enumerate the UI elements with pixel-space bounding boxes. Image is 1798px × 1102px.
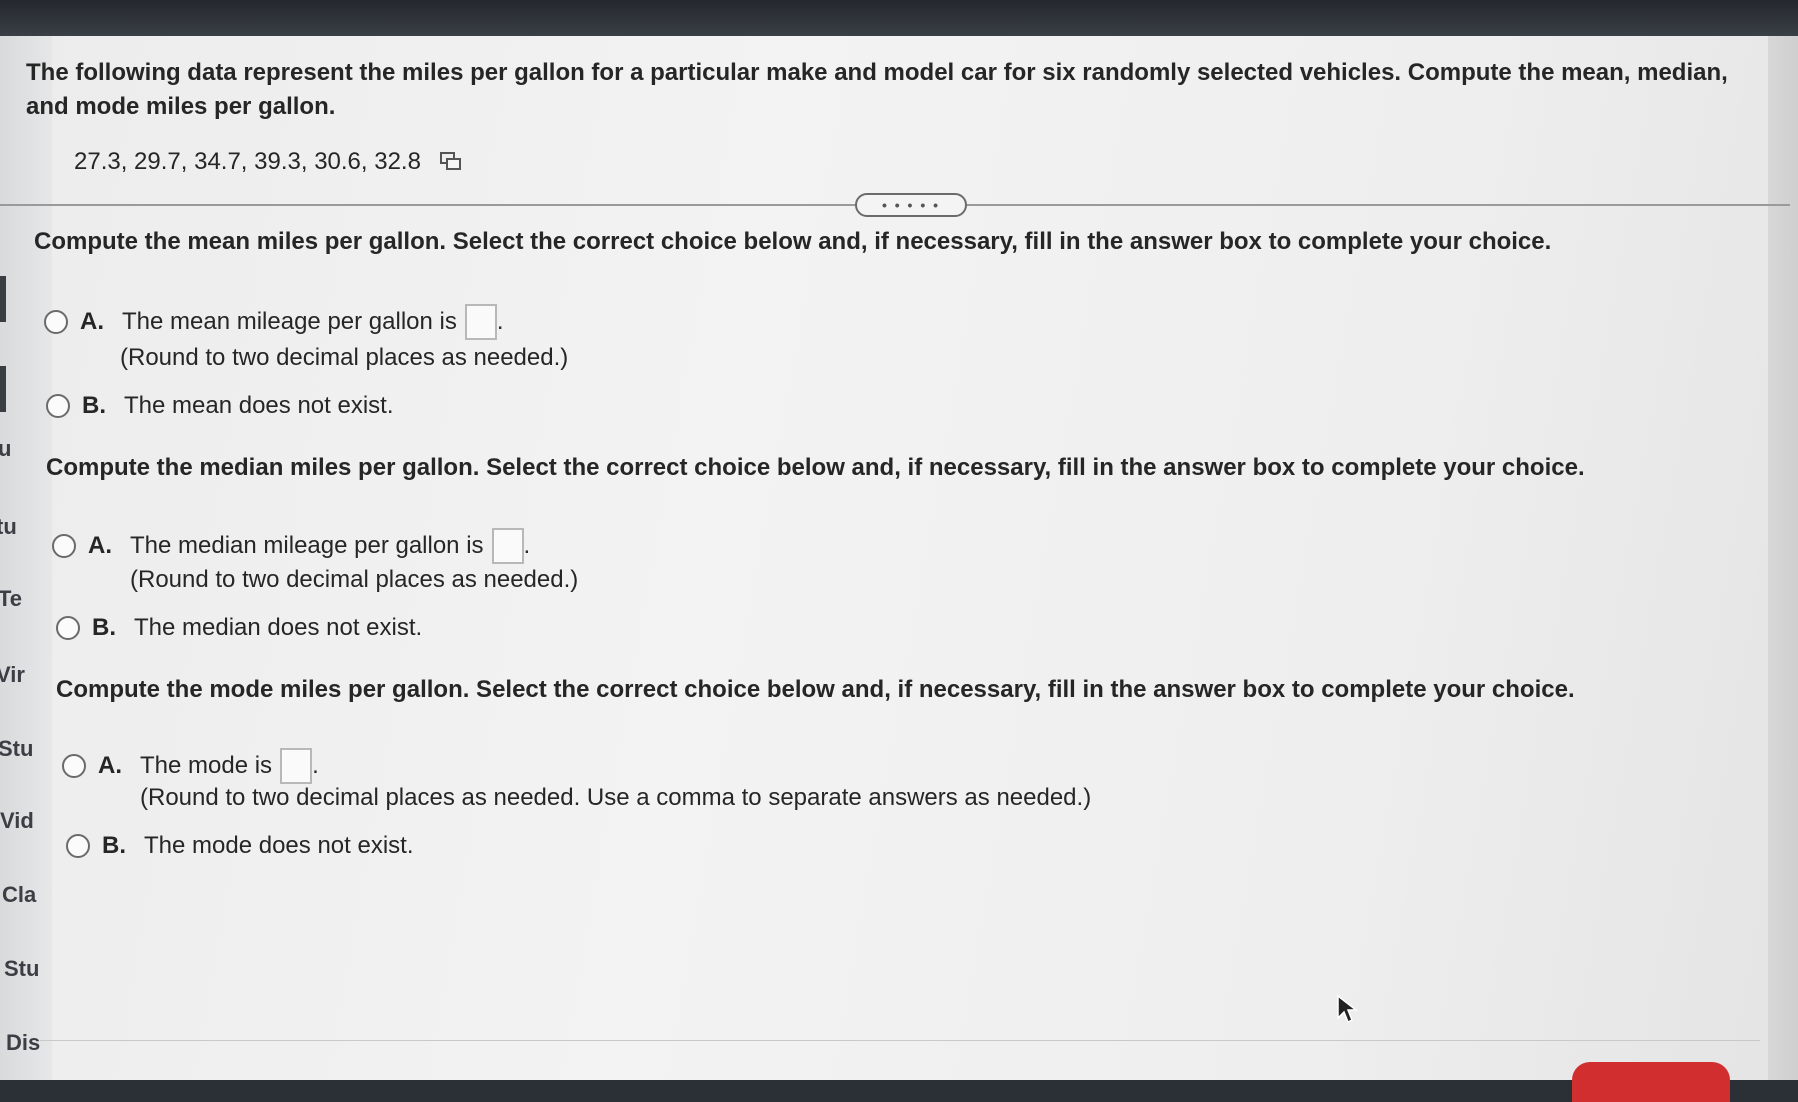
mouse-pointer-icon: [1337, 994, 1358, 1024]
median-option-b-radio[interactable]: [56, 616, 80, 640]
median-prompt: Compute the median miles per gallon. Sel…: [46, 454, 1585, 481]
median-option-a[interactable]: A. The median mileage per gallon is .: [52, 528, 530, 564]
right-edge: [1768, 36, 1798, 1080]
bottom-divider: [40, 1040, 1760, 1041]
mode-option-b-radio[interactable]: [66, 834, 90, 858]
expand-button[interactable]: • • • • •: [855, 193, 967, 217]
mean-option-b[interactable]: B. The mean does not exist.: [46, 392, 393, 420]
mode-option-a-letter: A.: [98, 752, 122, 779]
sidebar-item-4[interactable]: Vir: [0, 662, 25, 688]
sidebar-item-3[interactable]: Te: [0, 586, 22, 612]
mean-option-b-text: The mean does not exist.: [124, 392, 394, 419]
mean-option-a-letter: A.: [80, 308, 104, 335]
data-set: 27.3, 29.7, 34.7, 39.3, 30.6, 32.8: [74, 148, 463, 176]
mode-option-a[interactable]: A. The mode is .: [62, 748, 319, 784]
period: .: [523, 532, 531, 559]
sidebar-item-1[interactable]: u: [0, 436, 11, 462]
mean-option-a-text: The mean mileage per gallon is: [122, 308, 457, 335]
sidebar-item-8[interactable]: Stu: [4, 956, 39, 982]
median-round-note: (Round to two decimal places as needed.): [130, 566, 579, 593]
median-option-b[interactable]: B. The median does not exist.: [56, 614, 422, 642]
sidebar-item-2[interactable]: tu: [0, 514, 17, 540]
sidebar-item-5[interactable]: Stu: [0, 736, 33, 762]
period: .: [312, 752, 319, 779]
mode-option-b-letter: B.: [102, 832, 126, 859]
sidebar-accent: [0, 366, 6, 412]
data-values-text: 27.3, 29.7, 34.7, 39.3, 30.6, 32.8: [74, 148, 421, 175]
median-answer-box[interactable]: [491, 528, 524, 564]
median-option-b-letter: B.: [92, 614, 116, 641]
sidebar-accent: [0, 276, 6, 322]
mode-option-a-radio[interactable]: [62, 754, 86, 778]
mean-option-a-radio[interactable]: [44, 310, 68, 334]
mode-option-b[interactable]: B. The mode does not exist.: [66, 832, 413, 860]
action-button[interactable]: [1572, 1062, 1730, 1102]
mean-prompt: Compute the mean miles per gallon. Selec…: [34, 228, 1552, 255]
mode-option-b-text: The mode does not exist.: [144, 832, 414, 859]
mean-option-a[interactable]: A. The mean mileage per gallon is .: [44, 304, 504, 340]
mean-option-b-radio[interactable]: [46, 394, 70, 418]
mean-round-note: (Round to two decimal places as needed.): [120, 344, 569, 371]
median-option-b-text: The median does not exist.: [134, 614, 423, 641]
sidebar-item-6[interactable]: Vid: [0, 808, 34, 834]
median-option-a-letter: A.: [88, 532, 112, 559]
period: .: [496, 308, 504, 335]
mode-option-a-text: The mode is: [140, 752, 273, 779]
question-text: The following data represent the miles p…: [26, 59, 1728, 120]
mean-option-b-letter: B.: [82, 392, 106, 419]
copy-data-icon[interactable]: [439, 151, 463, 173]
top-bar: [0, 0, 1798, 36]
median-option-a-text: The median mileage per gallon is: [130, 532, 484, 559]
left-sidebar: u tu Te Vir Stu Vid Cla Stu Dis: [0, 36, 52, 1080]
mode-round-note: (Round to two decimal places as needed. …: [140, 784, 1092, 811]
sidebar-item-7[interactable]: Cla: [2, 882, 36, 908]
median-option-a-radio[interactable]: [52, 534, 76, 558]
sidebar-item-9[interactable]: Dis: [6, 1030, 40, 1056]
mean-answer-box[interactable]: [464, 304, 497, 340]
mode-prompt: Compute the mode miles per gallon. Selec…: [56, 676, 1575, 703]
mode-answer-box[interactable]: [280, 748, 313, 784]
